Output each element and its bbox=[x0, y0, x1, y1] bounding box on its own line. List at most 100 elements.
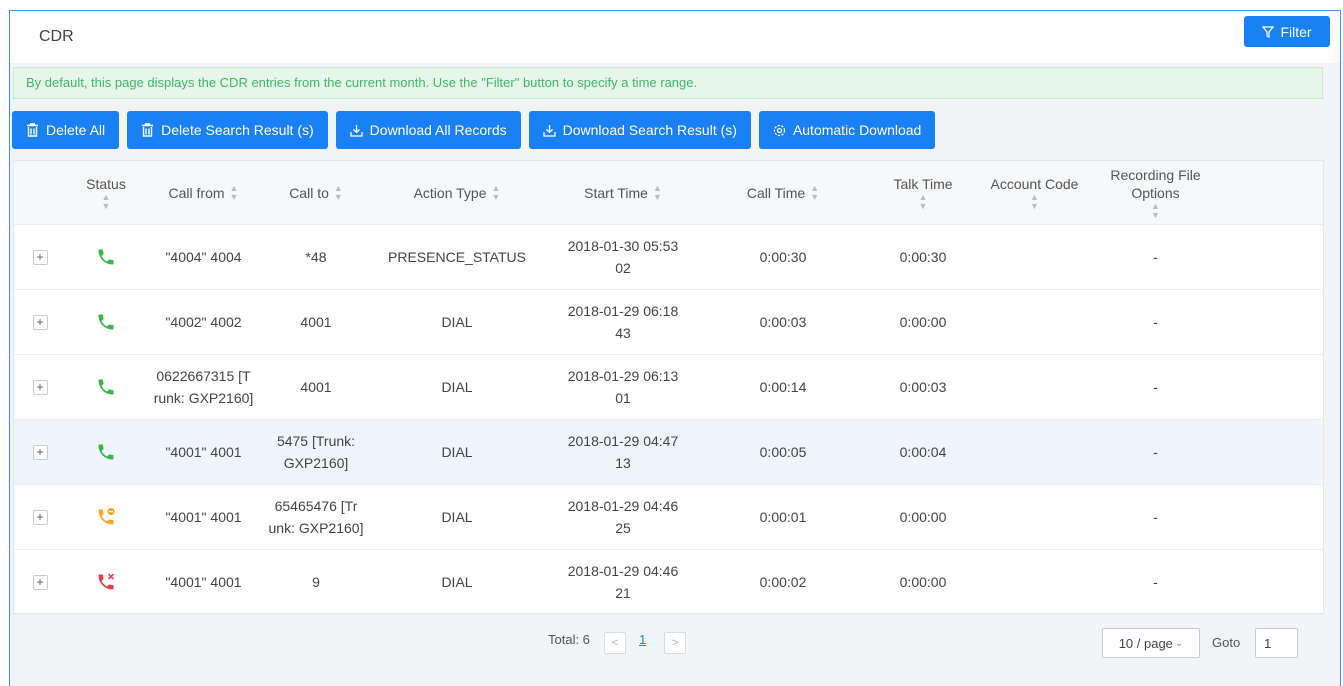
table-row[interactable]: + "4001" 4001 9 DIAL 2018-01-29 04:46 21 0:00:… bbox=[14, 550, 1323, 615]
call-to-cell: 65465476 [Tr unk: GXP2160] bbox=[268, 498, 364, 536]
column-header-status[interactable]: Status ▲ ▼ bbox=[66, 161, 146, 224]
trash-icon bbox=[142, 123, 154, 137]
call-from-cell: "4002" 4002 bbox=[165, 314, 242, 330]
panel-header: CDR Filter bbox=[10, 11, 1340, 63]
account-code-cell bbox=[983, 420, 1086, 484]
next-page-button[interactable]: > bbox=[664, 632, 686, 654]
delete-search-result-button[interactable]: Delete Search Result (s) bbox=[127, 111, 328, 149]
page-size-select[interactable]: 10 / page ⌄ bbox=[1102, 628, 1200, 658]
call-to-cell: 9 bbox=[312, 574, 320, 590]
sort-icon[interactable]: ▲ ▼ bbox=[653, 183, 662, 202]
sort-icon[interactable]: ▲ ▼ bbox=[919, 192, 928, 211]
table-body: + "4004" 4004 *48 PRESENCE_STATUS 2018-01-30… bbox=[14, 225, 1323, 615]
cdr-table: Status ▲ ▼ Call from ▲ ▼ Call to ▲ ▼ Action Ty… bbox=[13, 160, 1324, 615]
filter-label: Filter bbox=[1280, 23, 1312, 40]
call-from-cell: "4001" 4001 bbox=[165, 444, 242, 460]
filter-button[interactable]: Filter bbox=[1244, 16, 1330, 47]
action-type-cell: DIAL bbox=[441, 509, 473, 525]
account-code-cell bbox=[983, 485, 1086, 549]
trash-icon bbox=[27, 123, 38, 137]
recording-options-cell: - bbox=[1153, 509, 1158, 525]
sort-icon[interactable]: ▲ ▼ bbox=[230, 183, 239, 202]
delete-search-label: Delete Search Result (s) bbox=[161, 122, 314, 138]
expand-row-button[interactable]: + bbox=[32, 379, 48, 395]
automatic-download-button[interactable]: Automatic Download bbox=[758, 111, 936, 149]
total-count: Total: 6 bbox=[548, 632, 590, 647]
call-to-cell: 4001 bbox=[300, 314, 332, 330]
action-type-cell: DIAL bbox=[441, 379, 473, 395]
sort-icon[interactable]: ▲ ▼ bbox=[334, 183, 343, 202]
action-type-cell: DIAL bbox=[441, 314, 473, 330]
call-answered-icon bbox=[66, 225, 146, 289]
talk-time-cell: 0:00:00 bbox=[899, 314, 947, 330]
call-busy-icon bbox=[66, 485, 146, 549]
start-time-cell: 2018-01-30 05:53 02 bbox=[567, 238, 679, 276]
table-row[interactable]: + "4004" 4004 *48 PRESENCE_STATUS 2018-01-30… bbox=[14, 225, 1323, 290]
talk-time-cell: 0:00:30 bbox=[899, 249, 947, 265]
column-header-call-to[interactable]: Call to ▲ ▼ bbox=[261, 161, 371, 224]
download-search-label: Download Search Result (s) bbox=[562, 122, 737, 138]
call-time-cell: 0:00:05 bbox=[759, 444, 807, 460]
delete-all-label: Delete All bbox=[46, 122, 106, 138]
talk-time-cell: 0:00:00 bbox=[899, 574, 947, 590]
table-row[interactable]: + "4001" 4001 5475 [Trunk: GXP2160] DIAL 201… bbox=[14, 420, 1323, 485]
column-header-call-time[interactable]: Call Time ▲ ▼ bbox=[703, 161, 863, 224]
recording-options-cell: - bbox=[1153, 574, 1158, 590]
page-title: CDR bbox=[39, 28, 74, 45]
download-all-records-button[interactable]: Download All Records bbox=[335, 111, 521, 149]
expand-row-button[interactable]: + bbox=[32, 249, 48, 265]
page-number[interactable]: 1 bbox=[639, 632, 646, 647]
start-time-cell: 2018-01-29 04:46 25 bbox=[567, 498, 679, 536]
action-type-cell: DIAL bbox=[441, 444, 473, 460]
toolbar: Delete All Delete Search Result (s) Down… bbox=[12, 111, 936, 149]
expand-row-button[interactable]: + bbox=[32, 444, 48, 460]
recording-options-cell: - bbox=[1153, 379, 1158, 395]
action-type-cell: DIAL bbox=[441, 574, 473, 590]
filter-icon bbox=[1262, 25, 1275, 38]
expand-column-header bbox=[14, 161, 66, 224]
column-header-start-time[interactable]: Start Time ▲ ▼ bbox=[543, 161, 703, 224]
column-header-recording-file-options[interactable]: Recording File Options ▲ ▼ bbox=[1086, 161, 1225, 224]
talk-time-cell: 0:00:03 bbox=[899, 379, 947, 395]
sort-icon[interactable]: ▲ ▼ bbox=[810, 183, 819, 202]
table-row[interactable]: + "4002" 4002 4001 DIAL 2018-01-29 06:18 43 0:… bbox=[14, 290, 1323, 355]
call-to-cell: 4001 bbox=[300, 379, 332, 395]
sort-icon[interactable]: ▲ ▼ bbox=[491, 183, 500, 202]
call-answered-icon bbox=[66, 355, 146, 419]
sort-icon[interactable]: ▲ ▼ bbox=[1151, 201, 1160, 220]
expand-row-button[interactable]: + bbox=[32, 314, 48, 330]
call-time-cell: 0:00:02 bbox=[759, 574, 807, 590]
chevron-right-icon: > bbox=[671, 637, 679, 649]
table-row[interactable]: +0622667315 [T runk: GXP2160] 4001 DIAL 2018… bbox=[14, 355, 1323, 420]
download-search-result-button[interactable]: Download Search Result (s) bbox=[528, 111, 751, 149]
sort-icon[interactable]: ▲ ▼ bbox=[102, 192, 111, 211]
expand-row-button[interactable]: + bbox=[32, 509, 48, 525]
call-to-cell: 5475 [Trunk: GXP2160] bbox=[276, 433, 356, 471]
call-time-cell: 0:00:14 bbox=[759, 379, 807, 395]
download-icon bbox=[542, 124, 556, 137]
table-row[interactable]: + "4001" 4001 65465476 [Tr unk: GXP2160] DIA… bbox=[14, 485, 1323, 550]
download-icon bbox=[350, 124, 363, 137]
account-code-cell bbox=[983, 355, 1086, 419]
goto-input[interactable] bbox=[1255, 628, 1298, 658]
call-answered-icon bbox=[66, 290, 146, 354]
info-notice: By default, this page displays the CDR e… bbox=[13, 67, 1323, 99]
recording-options-cell: - bbox=[1153, 314, 1158, 330]
call-from-cell: "4004" 4004 bbox=[165, 249, 242, 265]
talk-time-cell: 0:00:04 bbox=[899, 444, 947, 460]
column-header-action-type[interactable]: Action Type ▲ ▼ bbox=[371, 161, 543, 224]
column-header-account-code[interactable]: Account Code ▲ ▼ bbox=[983, 161, 1086, 224]
sort-icon[interactable]: ▲ ▼ bbox=[1030, 192, 1039, 211]
start-time-cell: 2018-01-29 06:13 01 bbox=[567, 368, 679, 406]
delete-all-button[interactable]: Delete All bbox=[12, 111, 120, 149]
expand-row-button[interactable]: + bbox=[32, 574, 48, 590]
call-time-cell: 0:00:01 bbox=[759, 509, 807, 525]
column-header-talk-time[interactable]: Talk Time ▲ ▼ bbox=[863, 161, 983, 224]
column-header-call-from[interactable]: Call from ▲ ▼ bbox=[146, 161, 261, 224]
call-time-cell: 0:00:30 bbox=[759, 249, 807, 265]
talk-time-cell: 0:00:00 bbox=[899, 509, 947, 525]
chevron-down-icon: ⌄ bbox=[1174, 637, 1184, 649]
automatic-download-label: Automatic Download bbox=[792, 122, 922, 138]
prev-page-button[interactable]: < bbox=[604, 632, 626, 654]
account-code-cell bbox=[983, 550, 1086, 614]
